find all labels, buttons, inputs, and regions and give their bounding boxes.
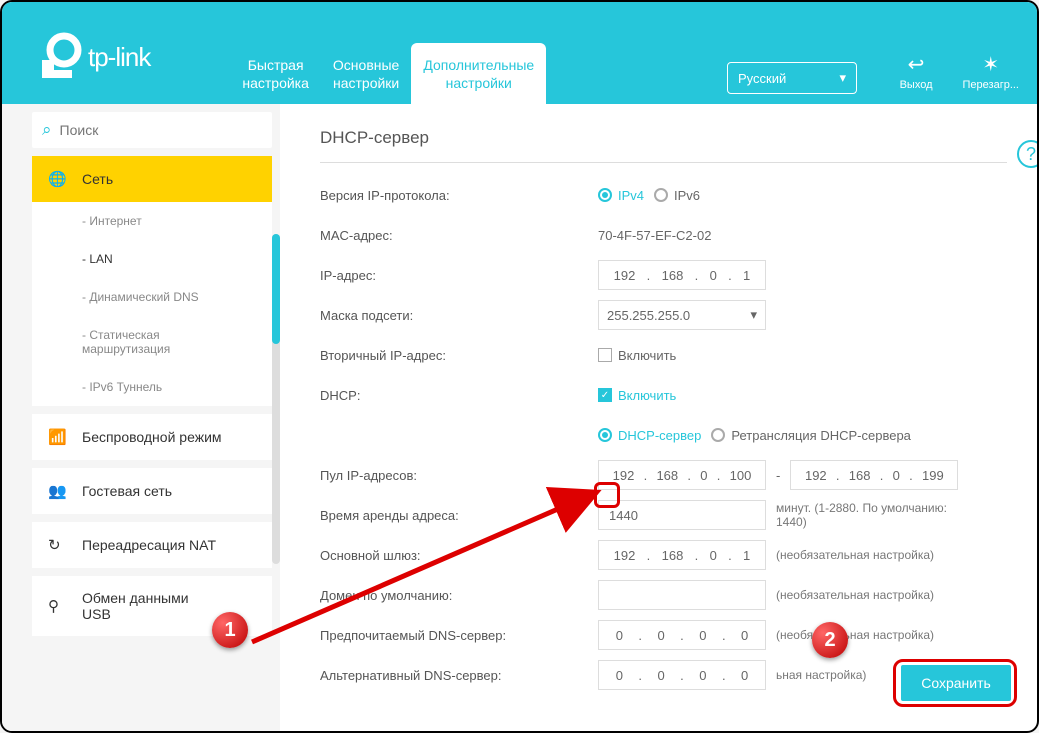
scrollbar-thumb[interactable] — [272, 234, 280, 344]
label-lease: Время аренды адреса: — [320, 508, 598, 523]
hint-optional-dns1: (необязательная настройка) — [776, 628, 934, 642]
divider — [320, 162, 1007, 163]
brand-text: tp-link — [88, 42, 150, 73]
label-domain: Домен по умолчанию: — [320, 588, 598, 603]
radio-ipv4[interactable]: IPv4 — [598, 188, 644, 203]
value-mac: 70-4F-57-EF-C2-02 — [598, 228, 711, 243]
sidebar-item-usb[interactable]: ⚲Обмен данными USB — [32, 576, 272, 636]
radio-dhcp-server[interactable]: DHCP-сервер — [598, 428, 701, 443]
dns2-input[interactable]: 0.0.0.0 — [598, 660, 766, 690]
reload-button[interactable]: ✶ Перезагр... — [963, 52, 1019, 91]
reload-icon: ✶ — [963, 52, 1019, 77]
gateway-input[interactable]: 192.168.0.1 — [598, 540, 766, 570]
label-gateway: Основной шлюз: — [320, 548, 598, 563]
guest-icon: 👥 — [48, 482, 70, 500]
label-pool: Пул IP-адресов: — [320, 468, 598, 483]
language-select[interactable]: Русский ▾ — [727, 62, 857, 94]
lease-time-input[interactable]: 1440 — [598, 500, 766, 530]
logout-button[interactable]: ↩ Выход — [900, 52, 933, 91]
sidebar-sub-static-route[interactable]: - Статическая маршрутизация — [32, 316, 272, 368]
sidebar-item-wireless[interactable]: 📶Беспроводной режим — [32, 414, 272, 460]
nat-icon: ↻ — [48, 536, 70, 554]
top-bar: tp-link Быстрая настройка Основные настр… — [2, 2, 1037, 104]
pool-to-input[interactable]: 192.168.0.199 — [790, 460, 958, 490]
save-button[interactable]: Сохранить — [901, 665, 1011, 701]
search-input[interactable] — [60, 122, 262, 138]
usb-icon: ⚲ — [48, 597, 70, 615]
globe-icon: 🌐 — [48, 170, 70, 188]
sidebar-sub-lan[interactable]: - LAN — [32, 240, 272, 278]
wifi-icon: 📶 — [48, 428, 70, 446]
checkbox-dhcp-enable[interactable]: ✓Включить — [598, 388, 676, 403]
subnet-mask-select[interactable]: 255.255.255.0▾ — [598, 300, 766, 330]
sidebar-item-nat[interactable]: ↻Переадресация NAT — [32, 522, 272, 568]
tplink-logo-icon — [32, 32, 82, 82]
pool-from-input[interactable]: 192.168.0.100 — [598, 460, 766, 490]
sidebar-scrollbar[interactable] — [272, 234, 280, 564]
chevron-down-icon: ▾ — [839, 70, 846, 86]
sidebar-item-guest[interactable]: 👥Гостевая сеть — [32, 468, 272, 514]
language-label: Русский — [738, 71, 786, 86]
radio-dhcp-relay[interactable]: Ретрансляция DHCP-сервера — [711, 428, 911, 443]
label-dhcp: DHCP: — [320, 388, 598, 403]
sidebar: ⌕ 🌐 Сеть - Интернет - LAN - Динамический… — [2, 104, 280, 731]
label-dns2: Альтернативный DNS-сервер: — [320, 668, 598, 683]
label-ip: IP-адрес: — [320, 268, 598, 283]
hint-lease: минут. (1-2880. По умолчанию: 1440) — [776, 501, 966, 529]
checkbox-secondary-ip-enable[interactable]: Включить — [598, 348, 676, 363]
label-mac: MAC-адрес: — [320, 228, 598, 243]
label-mask: Маска подсети: — [320, 308, 598, 323]
label-secondary-ip: Вторичный IP-адрес: — [320, 348, 598, 363]
hint-optional-gw: (необязательная настройка) — [776, 548, 934, 562]
tab-quick-setup[interactable]: Быстрая настройка — [230, 43, 321, 104]
sidebar-sub-ipv6-tunnel[interactable]: - IPv6 Туннель — [32, 368, 272, 406]
content-area: DHCP-сервер Версия IP-протокола: IPv4 IP… — [280, 104, 1037, 731]
hint-optional-domain: (необязательная настройка) — [776, 588, 934, 602]
logout-icon: ↩ — [900, 52, 933, 77]
chevron-down-icon: ▾ — [750, 307, 757, 323]
tab-advanced[interactable]: Дополнительные настройки — [411, 43, 546, 104]
page-title: DHCP-сервер — [320, 128, 1007, 148]
top-tabs: Быстрая настройка Основные настройки Доп… — [230, 2, 546, 104]
help-icon[interactable]: ? — [1017, 140, 1039, 168]
hint-optional-dns2: ьная настройка) — [776, 668, 866, 682]
domain-input[interactable] — [598, 580, 766, 610]
sidebar-sub-ddns[interactable]: - Динамический DNS — [32, 278, 272, 316]
sidebar-item-network[interactable]: 🌐 Сеть — [32, 156, 272, 202]
dns1-input[interactable]: 0.0.0.0 — [598, 620, 766, 650]
sidebar-sub-internet[interactable]: - Интернет — [32, 202, 272, 240]
search-box[interactable]: ⌕ — [32, 112, 272, 148]
radio-ipv6[interactable]: IPv6 — [654, 188, 700, 203]
brand-logo: tp-link — [2, 2, 150, 82]
search-icon: ⌕ — [42, 120, 52, 140]
tab-basic[interactable]: Основные настройки — [321, 43, 411, 104]
label-dns1: Предпочитаемый DNS-сервер: — [320, 628, 598, 643]
label-ip-version: Версия IP-протокола: — [320, 188, 598, 203]
ip-address-input[interactable]: 192.168.0.1 — [598, 260, 766, 290]
